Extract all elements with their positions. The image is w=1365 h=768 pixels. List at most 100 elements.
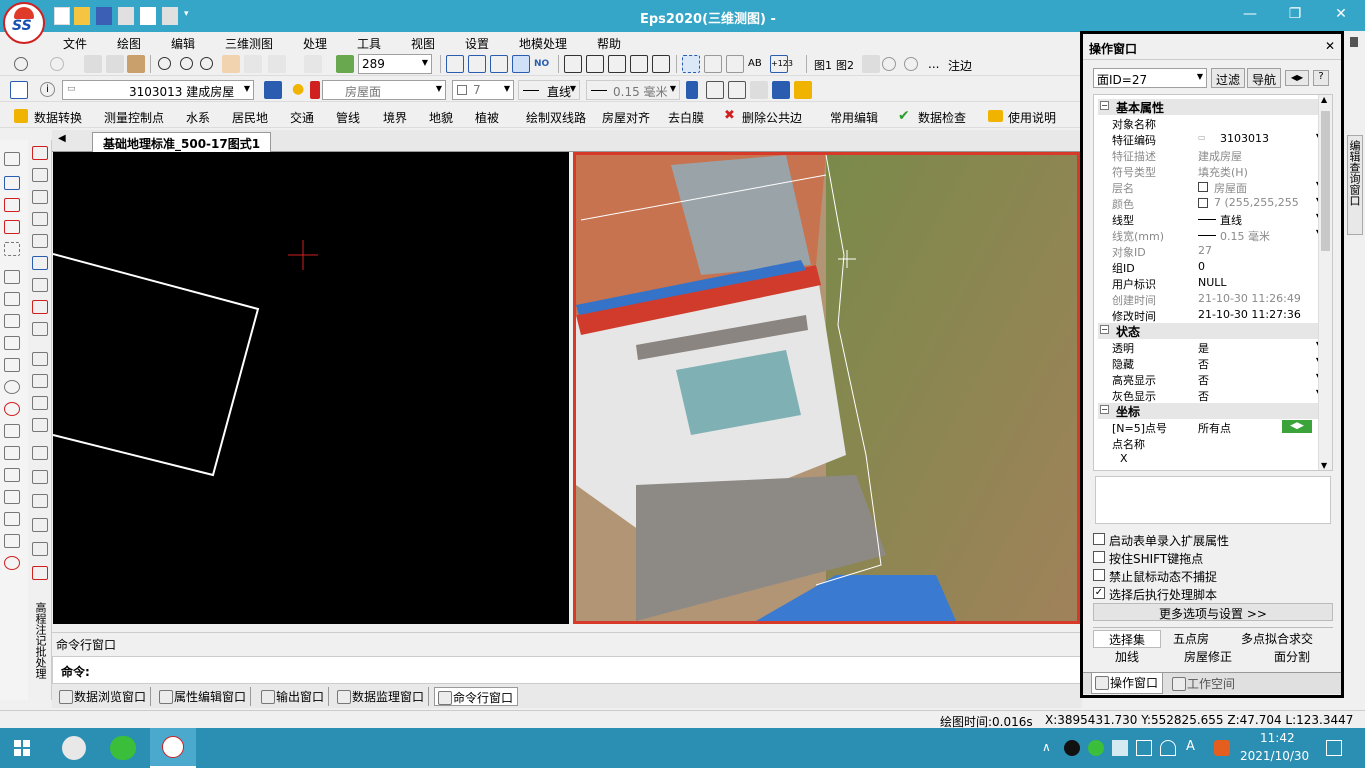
group-state[interactable]: − 状态: [1098, 323, 1324, 339]
prop-row[interactable]: 组ID 0: [1098, 259, 1324, 275]
monitor-icon[interactable]: [772, 81, 790, 99]
prop-row[interactable]: 特征描述 建成房屋: [1098, 147, 1324, 163]
boundary-menu[interactable]: 境界: [383, 109, 407, 126]
pin-icon[interactable]: [1350, 37, 1358, 47]
map-2-button[interactable]: 图2: [836, 57, 854, 73]
tool-cross-icon[interactable]: [4, 314, 20, 328]
zoom-in-icon[interactable]: [180, 57, 193, 70]
checkbox-checked-icon[interactable]: ✓: [1093, 587, 1105, 599]
elevation-batch-label[interactable]: 高程注记批处理: [32, 602, 47, 679]
tool-segment-icon[interactable]: [32, 168, 48, 182]
water-system-menu[interactable]: 水系: [186, 109, 210, 126]
tab-add-line[interactable]: 加线: [1093, 648, 1161, 666]
prop-row[interactable]: X: [1098, 451, 1324, 467]
tool-line-icon[interactable]: [4, 336, 20, 350]
properties-icon[interactable]: [10, 81, 28, 99]
zoom-window-icon[interactable]: [200, 57, 213, 70]
tool-measure-icon[interactable]: [4, 512, 20, 526]
zoom-scale-select[interactable]: 289 ▼: [358, 54, 432, 74]
tool-rect-select-icon[interactable]: [4, 242, 20, 256]
tool-tree-icon[interactable]: [4, 220, 20, 234]
prop-row[interactable]: 高亮显示否▼: [1098, 371, 1324, 387]
tab-selection-set[interactable]: 选择集: [1093, 630, 1161, 648]
more-options-button[interactable]: 更多选项与设置 >>: [1093, 603, 1333, 621]
tool-trim-icon[interactable]: [32, 446, 48, 460]
prop-row[interactable]: 修改时间 21-10-30 11:27:36: [1098, 307, 1324, 323]
checkbox-icon[interactable]: [1093, 533, 1105, 545]
minimize-button[interactable]: —: [1238, 6, 1262, 26]
tool-extend-icon[interactable]: [32, 470, 48, 484]
tool-crosshair-icon[interactable]: [4, 490, 20, 504]
layer-scale-icon[interactable]: [336, 55, 354, 73]
copy-icon[interactable]: [106, 55, 124, 73]
filter-button[interactable]: 过滤: [1211, 68, 1245, 88]
close-button[interactable]: ✕: [1329, 6, 1353, 26]
settings-gear-icon[interactable]: [62, 736, 86, 760]
collapse-icon[interactable]: −: [1100, 405, 1109, 414]
snap-node-icon[interactable]: [726, 55, 744, 73]
property-scrollbar[interactable]: ▲ ▼: [1318, 95, 1332, 470]
tool-star-icon[interactable]: [4, 468, 20, 482]
maximize-button[interactable]: ❐: [1283, 6, 1307, 26]
tool-point-icon[interactable]: [32, 146, 48, 160]
tab-command-line[interactable]: 命令行窗口: [434, 687, 519, 706]
tool-join-icon[interactable]: [32, 518, 48, 532]
prop-row[interactable]: 特征编码3103013▭▼: [1098, 131, 1324, 147]
qq-icon[interactable]: [1064, 740, 1080, 756]
pan-hand-icon[interactable]: [222, 55, 240, 73]
code-icon[interactable]: [862, 55, 880, 73]
tool-perpendicular-icon[interactable]: [4, 446, 20, 460]
network-icon[interactable]: [1112, 740, 1128, 756]
collapse-icon[interactable]: −: [1100, 101, 1109, 110]
map-1-button[interactable]: 图1: [814, 57, 832, 73]
print-preview-icon[interactable]: [140, 7, 156, 25]
common-edit-menu[interactable]: 常用编辑: [830, 109, 878, 126]
tool-elevation-icon[interactable]: [4, 534, 20, 548]
vegetation-menu[interactable]: 植被: [475, 109, 499, 126]
prop-row[interactable]: 用户标识 NULL: [1098, 275, 1324, 291]
prop-row[interactable]: 点名称: [1098, 435, 1324, 451]
line-width-select[interactable]: 0.15 毫米 ▼: [586, 80, 680, 100]
select-cycle-icon[interactable]: [652, 55, 670, 73]
cut-icon[interactable]: [84, 55, 102, 73]
tool-polyline-icon[interactable]: [4, 270, 20, 284]
volume-icon[interactable]: [1162, 740, 1178, 756]
ime-indicator[interactable]: A: [1186, 739, 1195, 754]
layer-select[interactable]: 房屋面 ▼: [322, 80, 446, 100]
open-folder-icon[interactable]: [74, 7, 90, 25]
tool-square-icon[interactable]: [32, 190, 48, 204]
tab-five-point-house[interactable]: 五点房: [1163, 630, 1219, 648]
menu-edit[interactable]: 编辑: [171, 35, 195, 52]
prop-row[interactable]: 颜色7 (255,255,255▼: [1098, 195, 1324, 211]
traffic-menu[interactable]: 交通: [290, 109, 314, 126]
tool-number-icon[interactable]: [32, 256, 48, 270]
zoom-out-icon[interactable]: [158, 57, 171, 70]
tab-workspace[interactable]: 工作空间: [1169, 674, 1239, 693]
wechat-icon[interactable]: [110, 736, 136, 760]
tool-curve-icon[interactable]: [4, 198, 20, 212]
prop-row[interactable]: 符号类型 填充类(H): [1098, 163, 1324, 179]
note-edge-button[interactable]: 注边: [948, 57, 972, 74]
tool-arc-icon[interactable]: [4, 424, 20, 438]
tool-sheet-icon[interactable]: [4, 152, 20, 166]
point-nav-arrows-icon[interactable]: ◀▶: [1282, 420, 1312, 433]
navigate-button[interactable]: 导航: [1247, 68, 1281, 88]
tool-offset-icon[interactable]: [32, 542, 48, 556]
object-select[interactable]: 面ID=27 ▼: [1093, 68, 1207, 88]
menu-help[interactable]: 帮助: [597, 35, 621, 52]
edit-query-window-tab[interactable]: 编辑查询窗口: [1347, 135, 1363, 235]
text-style-icon[interactable]: AB: [748, 55, 766, 73]
tool-image-icon[interactable]: [32, 322, 48, 336]
print-settings-icon[interactable]: [162, 7, 178, 25]
select-add-icon[interactable]: [586, 55, 604, 73]
prop-row[interactable]: 创建时间 21-10-30 11:26:49: [1098, 291, 1324, 307]
menu-file[interactable]: 文件: [63, 35, 87, 52]
double-line-road-button[interactable]: 绘制双线路: [526, 109, 586, 126]
user-guide-menu[interactable]: 使用说明: [1008, 109, 1056, 126]
tool-circle-icon[interactable]: [4, 380, 20, 394]
data-check-menu[interactable]: 数据检查: [918, 109, 966, 126]
tab-data-browse[interactable]: 数据浏览窗口: [56, 687, 152, 706]
house-align-button[interactable]: 房屋对齐: [602, 109, 650, 126]
scroll-thumb[interactable]: [1321, 111, 1330, 251]
rotate-view-icon[interactable]: [244, 55, 262, 73]
